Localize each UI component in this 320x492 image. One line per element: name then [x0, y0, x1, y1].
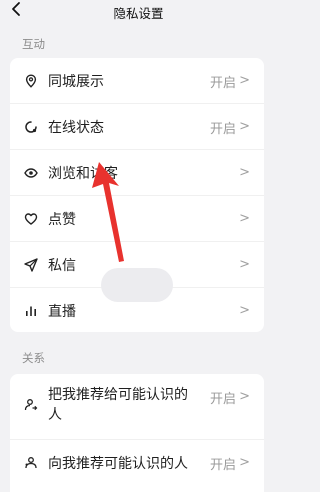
privacy-settings-page: 隐私设置 互动 同城展示 开启 > 在线状态 开启 > 浏览和访客 > 点赞 >…: [0, 0, 277, 492]
red-annotation-arrow-icon: [92, 162, 124, 262]
